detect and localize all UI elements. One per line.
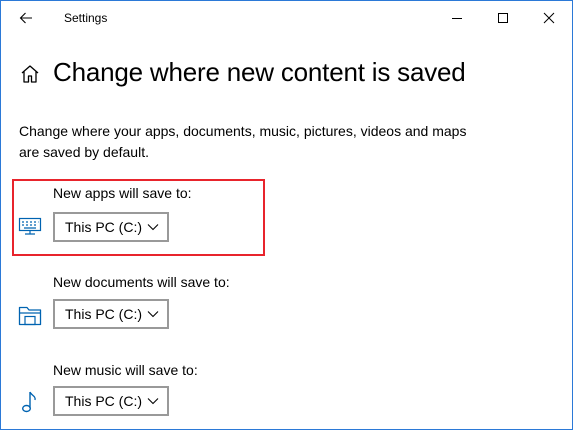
monitor-keyboard-icon — [18, 217, 42, 235]
chevron-down-icon — [147, 224, 159, 231]
window-title: Settings — [64, 11, 108, 25]
chevron-down-icon — [147, 398, 159, 405]
home-icon[interactable] — [19, 63, 41, 85]
minimize-icon — [452, 18, 462, 19]
chevron-down-icon — [147, 311, 159, 318]
documents-location-dropdown[interactable]: This PC (C:) — [53, 299, 169, 329]
maximize-icon — [498, 13, 508, 23]
back-arrow-icon — [19, 12, 32, 24]
back-button[interactable] — [9, 3, 43, 33]
close-button[interactable] — [526, 1, 572, 35]
close-icon — [543, 12, 555, 24]
documents-save-label: New documents will save to: — [53, 274, 230, 290]
music-save-label: New music will save to: — [53, 362, 198, 378]
music-location-value: This PC (C:) — [65, 393, 142, 409]
folder-icon — [18, 306, 42, 326]
music-location-dropdown[interactable]: This PC (C:) — [53, 386, 169, 416]
maximize-button[interactable] — [480, 1, 526, 35]
apps-location-dropdown[interactable]: This PC (C:) — [53, 212, 169, 242]
page-description: Change where your apps, documents, music… — [19, 123, 467, 160]
minimize-button[interactable] — [434, 1, 480, 35]
documents-location-value: This PC (C:) — [65, 306, 142, 322]
music-note-icon — [21, 391, 36, 413]
page-title: Change where new content is saved — [53, 57, 466, 87]
settings-window: Settings Change where new content is sav… — [0, 0, 573, 430]
apps-save-label: New apps will save to: — [53, 185, 192, 201]
apps-location-value: This PC (C:) — [65, 219, 142, 235]
title-bar: Settings — [1, 1, 572, 35]
